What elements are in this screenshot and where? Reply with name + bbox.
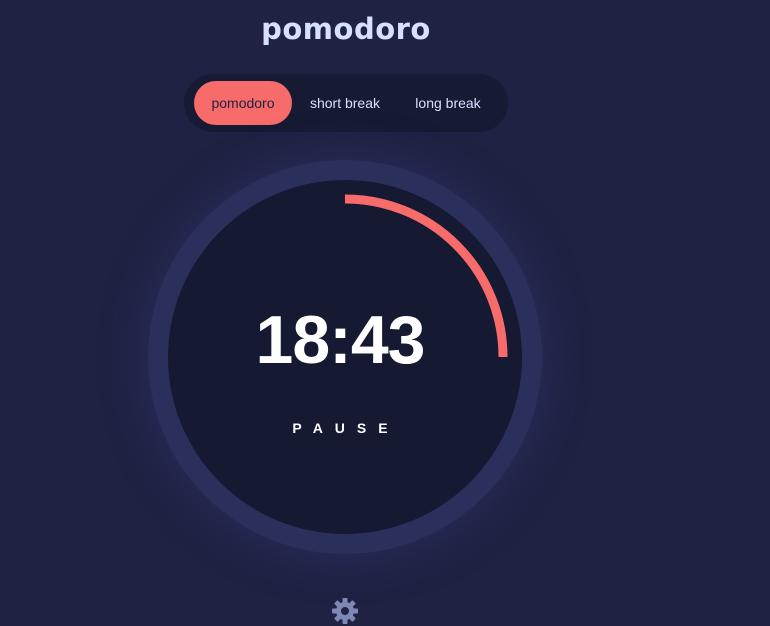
tab-short-break[interactable]: short break xyxy=(298,81,392,125)
pause-button[interactable]: PAUSE xyxy=(168,420,512,436)
gear-icon[interactable] xyxy=(330,596,360,626)
mode-tabs: pomodoro short break long break xyxy=(184,74,508,132)
tab-pomodoro[interactable]: pomodoro xyxy=(194,81,292,125)
timer-display: 18:43 xyxy=(255,302,426,378)
tab-long-break[interactable]: long break xyxy=(402,81,494,125)
app-title: pomodoro xyxy=(261,12,431,46)
